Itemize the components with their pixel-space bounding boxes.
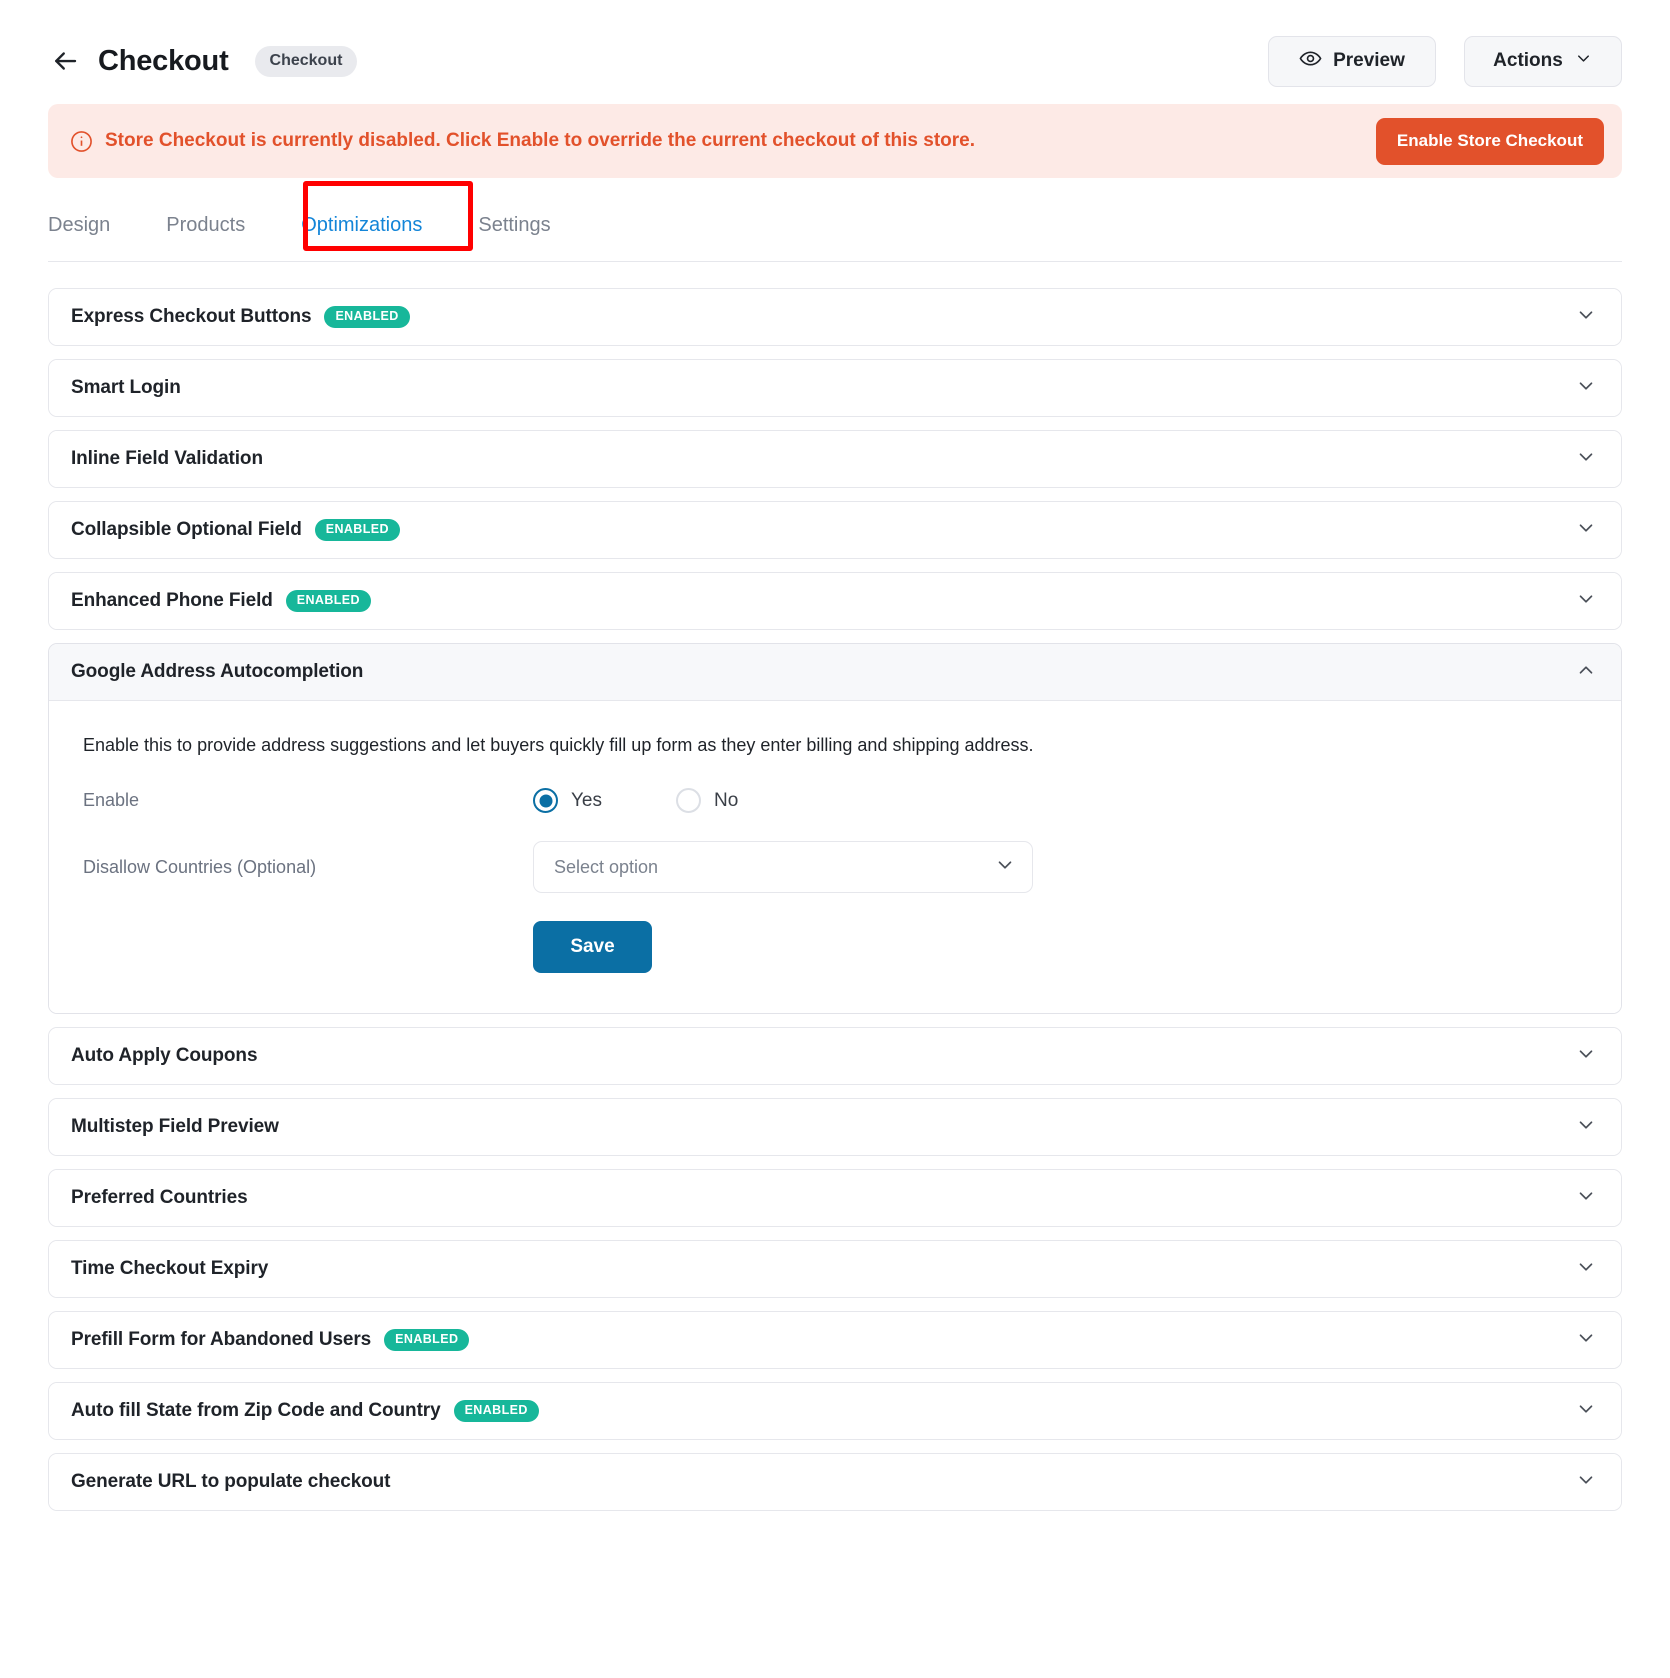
accordion-collapsible-optional-field: Collapsible Optional Field ENABLED (48, 501, 1622, 559)
tab-optimizations[interactable]: Optimizations (301, 208, 422, 237)
alert-message: Store Checkout is currently disabled. Cl… (105, 130, 975, 151)
chevron-down-icon[interactable] (1575, 1114, 1597, 1141)
accordion-inline-field-validation: Inline Field Validation (48, 430, 1622, 488)
save-row: Save (83, 921, 1587, 973)
chevron-down-icon[interactable] (1575, 517, 1597, 544)
accordion-title: Smart Login (71, 377, 181, 398)
accordion-header[interactable]: Generate URL to populate checkout (49, 1454, 1621, 1510)
radio-no[interactable]: No (676, 788, 738, 813)
accordion-time-checkout-expiry: Time Checkout Expiry (48, 1240, 1622, 1298)
accordion-header[interactable]: Collapsible Optional Field ENABLED (49, 502, 1621, 558)
eye-icon (1299, 47, 1322, 76)
enable-label: Enable (83, 790, 140, 810)
accordion-title: Preferred Countries (71, 1187, 248, 1208)
page-title: Checkout (98, 44, 229, 77)
accordion-header[interactable]: Google Address Autocompletion (49, 644, 1621, 701)
chevron-down-icon[interactable] (1575, 1469, 1597, 1496)
chevron-down-icon[interactable] (1575, 446, 1597, 473)
tab-products[interactable]: Products (166, 208, 245, 237)
accordion-title: Generate URL to populate checkout (71, 1471, 391, 1492)
accordion-body: Enable this to provide address suggestio… (49, 701, 1621, 1013)
accordion-title: Enhanced Phone Field (71, 590, 273, 611)
store-disabled-alert: Store Checkout is currently disabled. Cl… (48, 104, 1622, 178)
disallow-countries-row: Disallow Countries (Optional) Select opt… (83, 841, 1587, 893)
accordion-title: Express Checkout Buttons (71, 306, 312, 327)
page-header: Checkout Checkout Preview Actions (48, 0, 1622, 100)
accordion-title: Auto Apply Coupons (71, 1045, 258, 1066)
chevron-down-icon[interactable] (994, 854, 1016, 881)
chevron-down-icon[interactable] (1575, 304, 1597, 331)
accordion-generate-url-to-populate-checkout: Generate URL to populate checkout (48, 1453, 1622, 1511)
accordion-header[interactable]: Multistep Field Preview (49, 1099, 1621, 1155)
enable-row: Enable Yes No (83, 788, 1587, 813)
accordion-multistep-field-preview: Multistep Field Preview (48, 1098, 1622, 1156)
save-button[interactable]: Save (533, 921, 652, 973)
chevron-down-icon[interactable] (1575, 1327, 1597, 1354)
accordion-header[interactable]: Preferred Countries (49, 1170, 1621, 1226)
radio-no-label: No (714, 789, 739, 811)
section-description: Enable this to provide address suggestio… (83, 735, 1034, 755)
chevron-up-icon[interactable] (1575, 659, 1597, 686)
tab-design[interactable]: Design (48, 208, 110, 237)
chevron-down-icon[interactable] (1575, 1256, 1597, 1283)
enable-store-checkout-button[interactable]: Enable Store Checkout (1375, 117, 1604, 165)
status-badge: ENABLED (324, 306, 410, 328)
accordion-header[interactable]: Smart Login (49, 360, 1621, 416)
status-badge: ENABLED (453, 1400, 539, 1422)
accordion-title: Google Address Autocompletion (71, 661, 364, 682)
accordion-google-address-autocompletion: Google Address Autocompletion Enable thi… (48, 643, 1622, 1014)
accordion-auto-apply-coupons: Auto Apply Coupons (48, 1027, 1622, 1085)
disallow-countries-label: Disallow Countries (Optional) (83, 856, 317, 877)
accordion-title: Multistep Field Preview (71, 1116, 279, 1137)
info-circle-icon (70, 130, 93, 153)
accordion-header[interactable]: Prefill Form for Abandoned Users ENABLED (49, 1312, 1621, 1368)
accordion-smart-login: Smart Login (48, 359, 1622, 417)
accordion-preferred-countries: Preferred Countries (48, 1169, 1622, 1227)
accordion-title: Auto fill State from Zip Code and Countr… (71, 1400, 441, 1421)
chevron-down-icon[interactable] (1575, 1043, 1597, 1070)
actions-button[interactable]: Actions (1464, 35, 1622, 87)
page-title-chip: Checkout (254, 45, 358, 77)
disallow-countries-value: Select option (554, 856, 659, 877)
arrow-left-icon (50, 46, 80, 76)
back-button[interactable] (48, 44, 82, 78)
enable-radio-group: Yes No (533, 788, 812, 813)
disallow-countries-select[interactable]: Select option (533, 841, 1033, 893)
chevron-down-icon[interactable] (1575, 1185, 1597, 1212)
tab-bar: Design Products Optimizations Settings (48, 181, 1622, 262)
accordion-header[interactable]: Enhanced Phone Field ENABLED (49, 573, 1621, 629)
tab-settings[interactable]: Settings (478, 208, 550, 237)
accordion-header[interactable]: Express Checkout Buttons ENABLED (49, 289, 1621, 345)
accordion-title: Time Checkout Expiry (71, 1258, 269, 1279)
accordion-header[interactable]: Time Checkout Expiry (49, 1241, 1621, 1297)
radio-no-indicator[interactable] (676, 788, 701, 813)
preview-button[interactable]: Preview (1268, 35, 1436, 87)
accordion-express-checkout-buttons: Express Checkout Buttons ENABLED (48, 288, 1622, 346)
radio-yes[interactable]: Yes (533, 788, 602, 813)
accordion-title: Collapsible Optional Field (71, 519, 302, 540)
status-badge: ENABLED (285, 590, 371, 612)
checkout-optimizations-page: Checkout Checkout Preview Actions Store … (0, 0, 1670, 1678)
radio-yes-indicator[interactable] (533, 788, 558, 813)
optimizations-list: Express Checkout Buttons ENABLED Smart L… (48, 288, 1622, 1511)
chevron-down-icon[interactable] (1575, 375, 1597, 402)
status-badge: ENABLED (314, 519, 400, 541)
accordion-header[interactable]: Inline Field Validation (49, 431, 1621, 487)
accordion-enhanced-phone-field: Enhanced Phone Field ENABLED (48, 572, 1622, 630)
accordion-title: Inline Field Validation (71, 448, 263, 469)
chevron-down-icon[interactable] (1575, 588, 1597, 615)
preview-button-label: Preview (1333, 50, 1405, 71)
radio-yes-label: Yes (571, 789, 602, 811)
accordion-header[interactable]: Auto fill State from Zip Code and Countr… (49, 1383, 1621, 1439)
actions-button-label: Actions (1493, 50, 1563, 71)
chevron-down-icon[interactable] (1575, 1398, 1597, 1425)
status-badge: ENABLED (384, 1329, 470, 1351)
accordion-auto-fill-state-from-zip-code-and-country: Auto fill State from Zip Code and Countr… (48, 1382, 1622, 1440)
accordion-prefill-form-for-abandoned-users: Prefill Form for Abandoned Users ENABLED (48, 1311, 1622, 1369)
chevron-down-icon (1574, 49, 1593, 74)
accordion-header[interactable]: Auto Apply Coupons (49, 1028, 1621, 1084)
accordion-title: Prefill Form for Abandoned Users (71, 1329, 372, 1350)
